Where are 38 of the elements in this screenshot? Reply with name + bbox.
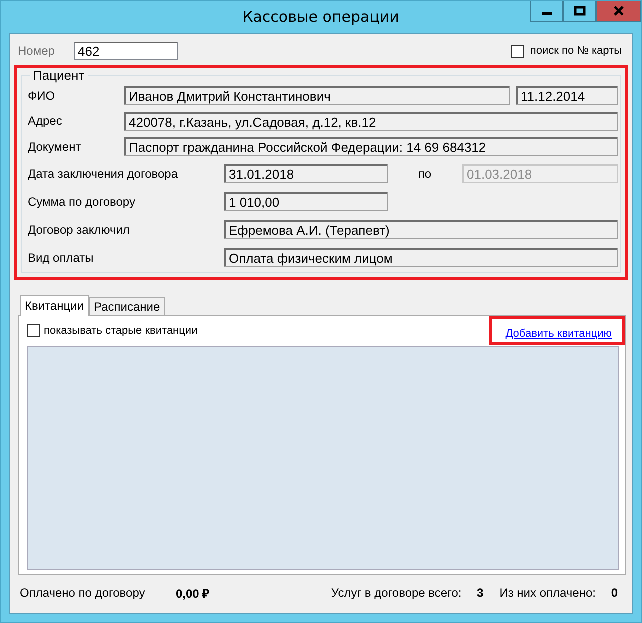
text-field[interactable]: Иванов Дмитрий Константинович [124, 86, 510, 106]
field-label: Договор заключил [28, 222, 131, 236]
field-label: Дата заключения договора [28, 166, 180, 180]
maximize-icon [574, 6, 586, 16]
text-field[interactable]: Ефремова А.И. (Терапевт) [224, 220, 618, 239]
window-title: Кассовые операции [242, 8, 400, 26]
checkbox[interactable] [27, 324, 40, 337]
close-button[interactable] [596, 1, 641, 22]
field-label: Сумма по договору [28, 194, 136, 208]
paid-label: Оплачено по договору [20, 586, 146, 600]
minimize-button[interactable] [530, 1, 563, 22]
field-label: по [417, 166, 433, 180]
text-field[interactable]: 31.01.2018 [224, 164, 388, 183]
checkbox[interactable] [511, 44, 524, 58]
paid-count: 0 [610, 586, 618, 600]
number-field[interactable]: 462 [74, 42, 178, 60]
close-icon [612, 6, 624, 16]
text-field[interactable]: 420078, г.Казань, ул.Садовая, д.12, кв.12 [124, 112, 618, 131]
number-label: Номер [18, 44, 56, 58]
date-field[interactable]: 11.12.2014 [516, 86, 618, 106]
text-field[interactable]: Паспорт гражданина Российской Федерации: 14 69 684312 [124, 137, 618, 156]
add-receipt-link[interactable]: Добавить квитанцию [506, 328, 612, 340]
text-field[interactable]: 1 010,00 [224, 192, 388, 211]
services-count: 3 [476, 586, 484, 600]
maximize-button[interactable] [563, 1, 596, 22]
services-label: Услуг в договоре всего: [331, 586, 462, 600]
paid-count-label: Из них оплачено: [500, 586, 596, 600]
checkbox-label: поиск по № карты [530, 45, 622, 57]
tab[interactable]: Квитанции [20, 294, 90, 316]
text-field[interactable]: Оплата физическим лицом [224, 248, 618, 267]
group-title: Пациент [32, 68, 86, 83]
checkbox-label: показывать старые квитанции [44, 324, 198, 336]
field-label: Адрес [28, 114, 64, 128]
field-label: Документ [28, 140, 82, 154]
tab[interactable]: Расписание [89, 296, 166, 314]
paid-amount: 0,00 ₽ [176, 586, 210, 602]
field-label: Вид оплаты [28, 250, 95, 264]
field-label: ФИО [28, 88, 56, 103]
